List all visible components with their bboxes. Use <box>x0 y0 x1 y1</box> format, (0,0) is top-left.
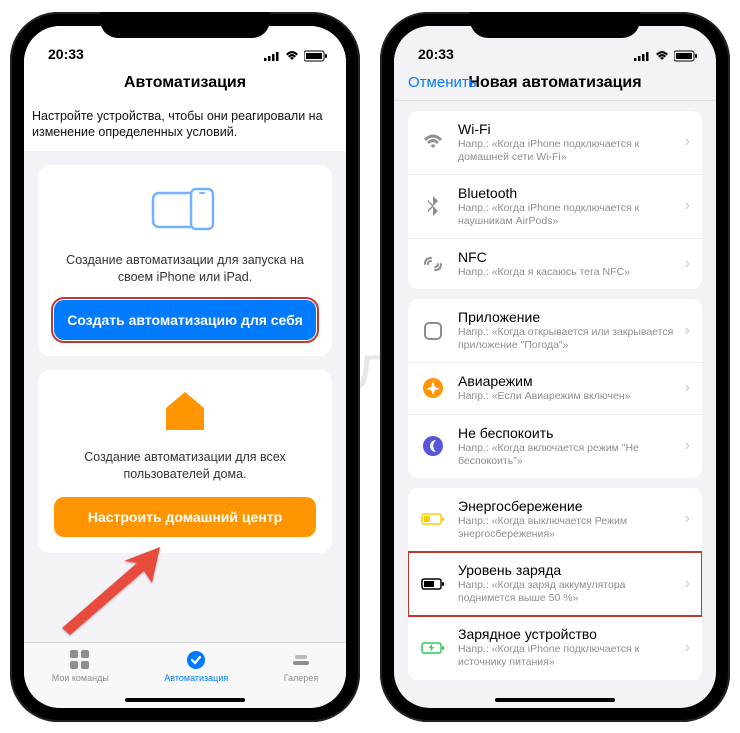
card-personal: Создание автоматизации для запуска на св… <box>38 165 332 356</box>
row-title: NFC <box>458 249 679 265</box>
row-title: Зарядное устройство <box>458 626 679 642</box>
screen-left: 20:33 Автоматизация Настройте устройства… <box>24 26 346 708</box>
wifi-icon <box>654 50 670 62</box>
screen-right: 20:33 Отменить Новая автоматизация Wi-Fi… <box>394 26 716 708</box>
tab-gallery-label: Галерея <box>284 673 319 683</box>
signal-icon <box>264 51 280 61</box>
row-sub: Напр.: «Когда я касаюсь тега NFC» <box>458 266 679 279</box>
group-connectivity: Wi-FiНапр.: «Когда iPhone подключается к… <box>408 111 702 290</box>
row-title: Авиарежим <box>458 373 679 389</box>
row-charger[interactable]: Зарядное устройствоНапр.: «Когда iPhone … <box>408 616 702 679</box>
row-sub: Напр.: «Когда выключается Режим энергосб… <box>458 515 679 541</box>
row-nfc[interactable]: NFCНапр.: «Когда я касаюсь тега NFC» › <box>408 239 702 289</box>
chevron-right-icon: › <box>685 437 690 455</box>
row-sub: Напр.: «Когда включается режим "Не беспо… <box>458 442 679 468</box>
group-power: ЭнергосбережениеНапр.: «Когда выключаетс… <box>408 488 702 680</box>
gallery-icon <box>290 649 312 671</box>
status-right <box>264 50 328 62</box>
battery-icon <box>674 50 698 62</box>
card-home-text: Создание автоматизации для всех пользова… <box>54 449 316 483</box>
setup-home-hub-button[interactable]: Настроить домашний центр <box>54 497 316 537</box>
status-right <box>634 50 698 62</box>
airplane-icon <box>420 375 446 401</box>
wifi-icon <box>284 50 300 62</box>
tab-shortcuts[interactable]: Мои команды <box>52 649 109 683</box>
notch <box>100 12 270 38</box>
row-low-power[interactable]: ЭнергосбережениеНапр.: «Когда выключаетс… <box>408 488 702 552</box>
row-title: Энергосбережение <box>458 498 679 514</box>
automation-icon <box>185 649 207 671</box>
row-bluetooth[interactable]: BluetoothНапр.: «Когда iPhone подключает… <box>408 175 702 239</box>
row-sub: Напр.: «Когда iPhone подключается к исто… <box>458 643 679 669</box>
phone-right: 20:33 Отменить Новая автоматизация Wi-Fi… <box>380 12 730 722</box>
chevron-right-icon: › <box>685 639 690 657</box>
chevron-right-icon: › <box>685 322 690 340</box>
row-app[interactable]: ПриложениеНапр.: «Когда открывается или … <box>408 299 702 363</box>
moon-icon <box>420 433 446 459</box>
red-arrow <box>52 543 172 648</box>
phone-left: 20:33 Автоматизация Настройте устройства… <box>10 12 360 722</box>
charging-icon <box>420 635 446 661</box>
row-sub: Напр.: «Если Авиарежим включен» <box>458 390 679 403</box>
header: Автоматизация <box>24 64 346 100</box>
chevron-right-icon: › <box>685 197 690 215</box>
row-sub: Напр.: «Когда открывается или закрываетс… <box>458 326 679 352</box>
app-icon <box>420 318 446 344</box>
row-title: Не беспокоить <box>458 425 679 441</box>
tab-gallery[interactable]: Галерея <box>284 649 319 683</box>
tab-automation[interactable]: Автоматизация <box>164 649 228 683</box>
devices-icon <box>54 185 316 240</box>
row-title: Wi-Fi <box>458 121 679 137</box>
signal-icon <box>634 51 650 61</box>
tab-automation-label: Автоматизация <box>164 673 228 683</box>
chevron-right-icon: › <box>685 510 690 528</box>
nfc-icon <box>420 251 446 277</box>
group-settings: ПриложениеНапр.: «Когда открывается или … <box>408 299 702 478</box>
page-title: Автоматизация <box>36 74 334 92</box>
row-title: Приложение <box>458 309 679 325</box>
wifi-icon <box>420 129 446 155</box>
row-wifi[interactable]: Wi-FiНапр.: «Когда iPhone подключается к… <box>408 111 702 175</box>
row-sub: Напр.: «Когда iPhone подключается к науш… <box>458 202 679 228</box>
chevron-right-icon: › <box>685 575 690 593</box>
create-personal-automation-button[interactable]: Создать автоматизацию для себя <box>54 300 316 340</box>
row-title: Уровень заряда <box>458 562 679 578</box>
grid-icon <box>69 649 91 671</box>
row-sub: Напр.: «Когда заряд аккумулятора подниме… <box>458 579 679 605</box>
home-indicator <box>125 698 245 702</box>
tab-shortcuts-label: Мои команды <box>52 673 109 683</box>
header: Отменить Новая автоматизация <box>394 64 716 101</box>
home-indicator <box>495 698 615 702</box>
row-sub: Напр.: «Когда iPhone подключается к дома… <box>458 138 679 164</box>
home-icon <box>54 390 316 437</box>
status-time: 20:33 <box>48 46 84 62</box>
card-home: Создание автоматизации для всех пользова… <box>38 370 332 553</box>
row-airplane[interactable]: АвиарежимНапр.: «Если Авиарежим включен»… <box>408 363 702 414</box>
battery-icon <box>304 50 328 62</box>
status-time: 20:33 <box>418 46 454 62</box>
bluetooth-icon <box>420 193 446 219</box>
chevron-right-icon: › <box>685 255 690 273</box>
row-dnd[interactable]: Не беспокоитьНапр.: «Когда включается ре… <box>408 415 702 478</box>
chevron-right-icon: › <box>685 133 690 151</box>
row-battery-level[interactable]: Уровень зарядаНапр.: «Когда заряд аккуму… <box>408 552 702 616</box>
intro-text: Настройте устройства, чтобы они реагиров… <box>24 100 346 152</box>
cancel-button[interactable]: Отменить <box>408 74 477 91</box>
chevron-right-icon: › <box>685 379 690 397</box>
battery-level-icon <box>420 571 446 597</box>
card-personal-text: Создание автоматизации для запуска на св… <box>54 252 316 286</box>
notch <box>470 12 640 38</box>
low-power-icon <box>420 506 446 532</box>
tab-bar: Мои команды Автоматизация Галерея <box>24 642 346 708</box>
row-title: Bluetooth <box>458 185 679 201</box>
